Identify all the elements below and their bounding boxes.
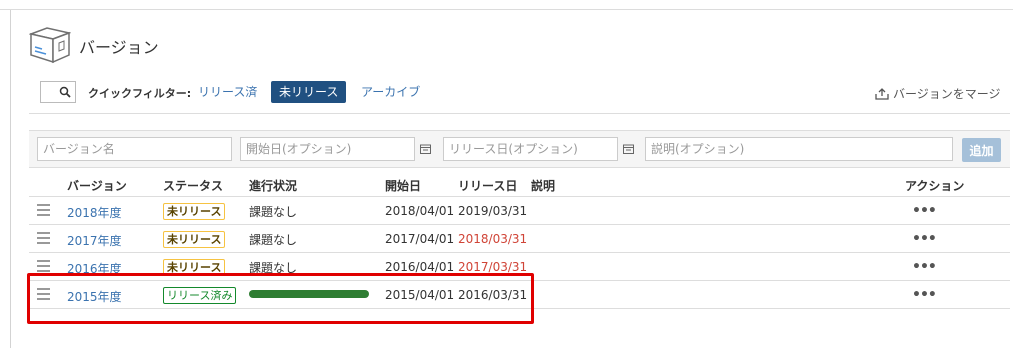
divider: [29, 113, 1010, 114]
top-divider: [0, 9, 1013, 10]
progress-text: 課題なし: [249, 233, 298, 247]
quick-filter-label: クイックフィルター:: [88, 87, 192, 100]
actions-menu-icon[interactable]: •••: [912, 203, 937, 219]
actions-menu-icon[interactable]: •••: [912, 231, 937, 247]
highlight-box: [27, 273, 534, 324]
merge-versions-button[interactable]: バージョンをマージ: [875, 85, 1001, 102]
actions-menu-icon[interactable]: •••: [912, 259, 937, 275]
filter-archived[interactable]: アーカイブ: [361, 81, 420, 103]
merge-icon: [875, 87, 889, 100]
release-date: 2018/03/31: [458, 232, 528, 246]
table-row: 2018年度 未リリース 課題なし 2018/04/01 2019/03/31 …: [29, 197, 1010, 225]
add-button[interactable]: 追加: [962, 138, 1001, 162]
left-divider: [10, 10, 11, 348]
start-date-input[interactable]: [240, 137, 415, 161]
version-link[interactable]: 2017年度: [67, 232, 122, 249]
start-date: 2017/04/01: [385, 232, 455, 246]
status-badge: 未リリース: [163, 231, 226, 248]
table-row: 2017年度 未リリース 課題なし 2017/04/01 2018/03/31 …: [29, 225, 1010, 253]
actions-menu-icon[interactable]: •••: [912, 287, 937, 303]
drag-handle-icon[interactable]: [37, 232, 50, 247]
search-input[interactable]: [40, 81, 76, 103]
status-badge: 未リリース: [163, 203, 226, 220]
page-header: バージョン: [28, 24, 159, 67]
col-description: 説明: [531, 179, 556, 193]
col-release-date: リリース日: [458, 179, 518, 193]
start-date: 2016/04/01: [385, 260, 455, 274]
progress-text: 課題なし: [249, 205, 298, 219]
version-link[interactable]: 2018年度: [67, 204, 122, 221]
release-date: 2019/03/31: [458, 204, 528, 218]
page-title: バージョン: [79, 37, 159, 57]
description-input[interactable]: [645, 137, 953, 161]
col-status: ステータス: [163, 179, 224, 193]
calendar-icon[interactable]: [420, 143, 431, 157]
box-icon: [28, 24, 72, 67]
merge-label: バージョンをマージ: [893, 87, 1001, 101]
col-version: バージョン: [67, 179, 127, 193]
search-icon: [59, 86, 71, 98]
drag-handle-icon[interactable]: [37, 204, 50, 219]
release-date-input[interactable]: [443, 137, 618, 161]
calendar-icon[interactable]: [623, 143, 634, 157]
filter-unreleased[interactable]: 未リリース: [271, 81, 347, 103]
version-name-input[interactable]: [37, 137, 232, 161]
start-date: 2018/04/01: [385, 204, 455, 218]
col-start-date: 開始日: [385, 179, 422, 193]
release-date: 2017/03/31: [458, 260, 528, 274]
filter-released[interactable]: リリース済: [198, 81, 257, 103]
col-actions: アクション: [905, 179, 965, 193]
col-progress: 進行状況: [249, 179, 298, 193]
